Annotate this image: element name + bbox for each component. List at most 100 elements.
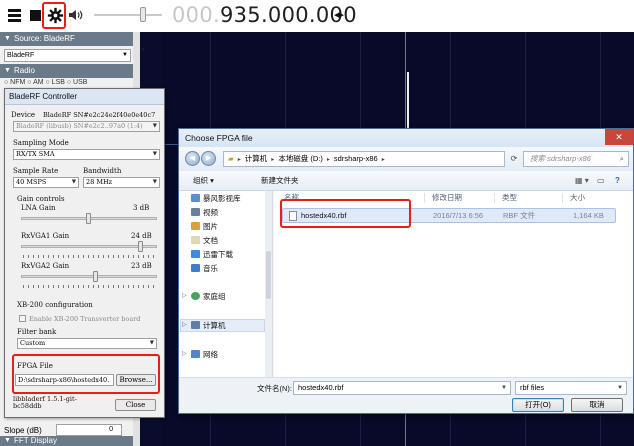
device-label: Device	[11, 111, 36, 119]
preview-pane-icon[interactable]: ▭	[597, 176, 605, 186]
lna-gain-value: 3 dB	[133, 204, 150, 212]
open-button[interactable]: 打开(O)	[512, 398, 564, 412]
tune-arrows-icon[interactable]: ◂▸	[334, 8, 344, 21]
breadcrumb-computer[interactable]: 计算机	[245, 154, 268, 163]
nav-item-videos[interactable]: 视频	[191, 207, 218, 218]
rxvga2-gain-slider[interactable]	[21, 275, 157, 278]
source-section-header[interactable]: ▼ Source: BladeRF	[0, 32, 133, 46]
nav-item-pictures[interactable]: 图片	[191, 221, 218, 232]
fpga-highlight-box	[12, 354, 160, 394]
signal-peak	[407, 72, 409, 132]
filter-bank-value: Custom	[20, 339, 46, 347]
nav-item-computer[interactable]: 计算机	[191, 320, 226, 331]
nav-label: 迅雷下载	[203, 250, 233, 259]
sampling-mode-select[interactable]: RX/TX SMA ▼	[13, 149, 160, 160]
bladerf-controller-window: BladeRF Controller Device BladeRF SN#e2c…	[4, 88, 165, 418]
new-folder-button[interactable]: 新建文件夹	[261, 171, 299, 191]
nav-item-music[interactable]: 音乐	[191, 263, 218, 274]
search-input[interactable]: 搜索 sdrsharp-x86 ⌕	[523, 151, 629, 167]
sampling-mode-value: RX/TX SMA	[16, 150, 55, 158]
volume-slider-track[interactable]	[94, 14, 162, 16]
nav-item-network[interactable]: 网络	[191, 349, 218, 360]
rxvga2-tick-marks	[23, 285, 155, 288]
video-icon	[191, 208, 200, 216]
organize-button[interactable]: 组织 ▾	[193, 171, 214, 191]
filename-input[interactable]: hostedx40.rbf ▼	[293, 381, 511, 395]
cancel-button[interactable]: 取消	[571, 398, 623, 412]
download-icon	[191, 250, 200, 258]
source-header-label: Source: BladeRF	[14, 34, 75, 43]
xb200-enable-label: Enable XB-200 Transverter board	[29, 315, 141, 323]
close-icon[interactable]: ✕	[605, 129, 633, 145]
file-highlight-box	[280, 199, 411, 228]
collapse-arrow-icon: ▼	[4, 67, 11, 74]
expand-arrow-icon[interactable]: ▷	[182, 321, 187, 328]
fft-display-section-header[interactable]: ▼ FFT Display	[0, 436, 133, 446]
nav-label: 暴风影视库	[203, 194, 241, 203]
bladerf-window-title[interactable]: BladeRF Controller	[5, 89, 164, 105]
volume-slider-thumb[interactable]	[140, 7, 146, 22]
column-header-size[interactable]: 大小	[570, 191, 585, 205]
frequency-display[interactable]: 000.935.000.000	[172, 3, 357, 27]
rxvga1-gain-slider-thumb[interactable]	[138, 241, 143, 252]
rxvga1-tick-marks	[23, 255, 155, 258]
collapse-arrow-icon: ▼	[4, 437, 11, 444]
breadcrumb-drive[interactable]: 本地磁盘 (D:)	[278, 154, 323, 163]
dropdown-arrow-icon: ▼	[149, 340, 154, 346]
refresh-icon[interactable]: ⟳	[507, 151, 521, 167]
stop-button[interactable]	[28, 4, 42, 26]
main-toolbar: 000.935.000.000 ◂▸	[0, 0, 634, 32]
search-icon: ⌕	[619, 154, 624, 163]
radio-section-header[interactable]: ▼ Radio	[0, 64, 133, 78]
device-select[interactable]: BladeRF (libusb) SN#e2c2..97a0 (1:4) ▼	[13, 121, 160, 132]
navigation-pane: 暴风影视库 视频 图片 文档 迅雷下载 音乐 ▷ 家庭组 ▷ 计算机 ▷ 网络	[179, 191, 273, 377]
close-button[interactable]: Close	[115, 399, 156, 411]
back-icon[interactable]: ◀	[185, 151, 200, 166]
bandwidth-select[interactable]: 28 MHz ▼	[83, 177, 160, 188]
address-bar[interactable]: ▰ ▸ 计算机 ▸ 本地磁盘 (D:) ▸ sdrsharp-x86 ▸	[223, 151, 505, 167]
filter-bank-select[interactable]: Custom ▼	[17, 338, 157, 349]
nav-scrollbar-thumb[interactable]	[266, 251, 271, 299]
nav-pane-scrollbar[interactable]	[265, 191, 272, 377]
nav-item-documents[interactable]: 文档	[191, 235, 218, 246]
xb200-enable-checkbox[interactable]	[19, 315, 26, 322]
device-serial: BladeRF SN#e2c24e2f40e0e40c7	[43, 111, 156, 119]
file-type-select[interactable]: rbf files ▼	[515, 381, 627, 395]
speaker-icon[interactable]	[68, 4, 84, 26]
folder-icon: ▰	[228, 154, 234, 163]
bandwidth-label: Bandwidth	[83, 167, 122, 175]
column-header-type[interactable]: 类型	[502, 191, 517, 205]
radio-mode-options[interactable]: ○ NFM ○ AM ○ LSB ○ USB	[4, 79, 87, 86]
lna-gain-slider-thumb[interactable]	[86, 213, 91, 224]
rxvga1-gain-slider[interactable]	[21, 245, 157, 248]
expand-arrow-icon[interactable]: ▷	[182, 350, 187, 357]
lna-gain-label: LNA Gain	[21, 204, 56, 212]
search-placeholder: 搜索 sdrsharp-x86	[530, 154, 591, 163]
forward-icon[interactable]: ▶	[201, 151, 216, 166]
music-icon	[191, 264, 200, 272]
view-options-icon[interactable]: ▦ ▾	[575, 176, 589, 186]
rxvga2-gain-slider-thumb[interactable]	[92, 271, 98, 282]
slope-input[interactable]: 0	[56, 424, 122, 436]
dropdown-arrow-icon: ▼	[152, 151, 157, 157]
fft-header-label: FFT Display	[14, 436, 57, 445]
file-type: RBF 文件	[503, 211, 536, 220]
breadcrumb-folder[interactable]: sdrsharp-x86	[334, 154, 378, 163]
help-icon[interactable]: ?	[615, 176, 620, 186]
dropdown-arrow-icon: ▼	[152, 123, 157, 129]
expand-arrow-icon[interactable]: ▷	[182, 292, 187, 299]
nav-label: 音乐	[203, 264, 218, 273]
library-icon	[191, 194, 200, 202]
sample-rate-select[interactable]: 40 MSPS ▼	[13, 177, 79, 188]
dropdown-arrow-icon: ▼	[71, 179, 76, 185]
bandwidth-value: 28 MHz	[86, 178, 113, 186]
dialog-title[interactable]: Choose FPGA file	[179, 129, 633, 147]
nav-label: 网络	[203, 350, 218, 359]
column-header-modified[interactable]: 修改日期	[432, 191, 462, 205]
nav-item-homegroup[interactable]: 家庭组	[191, 291, 226, 302]
menu-icon[interactable]	[6, 4, 24, 26]
sample-rate-value: 40 MSPS	[16, 178, 47, 186]
nav-item-favorites-lib[interactable]: 暴风影视库	[191, 193, 241, 204]
source-select[interactable]: BladeRF ▼	[4, 49, 131, 62]
nav-item-downloads[interactable]: 迅雷下载	[191, 249, 233, 260]
